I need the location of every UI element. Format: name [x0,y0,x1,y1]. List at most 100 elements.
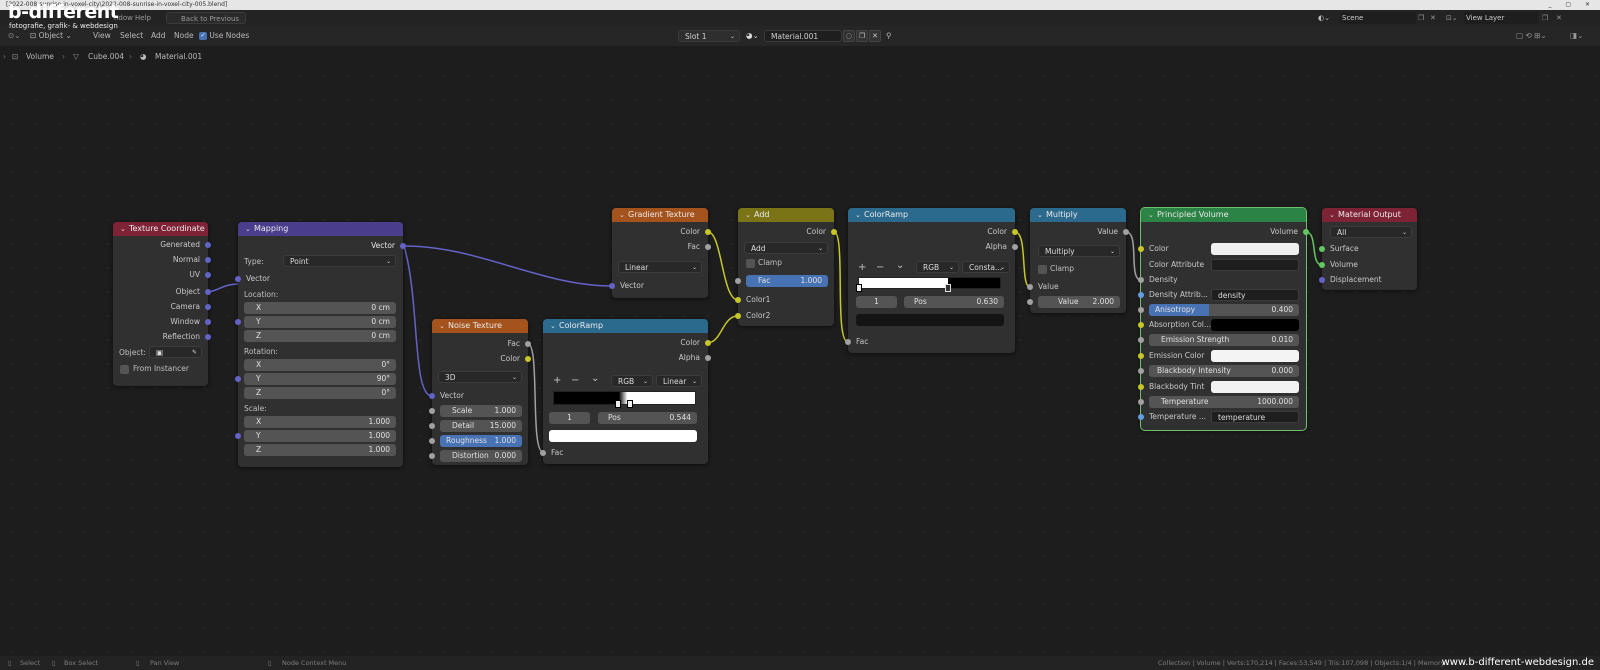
output-socket[interactable] [205,289,211,295]
output-socket[interactable] [831,229,837,235]
output-socket[interactable] [205,334,211,340]
menu-select[interactable]: Select [120,26,143,46]
pin-icon[interactable]: ⚲ [886,26,892,46]
collapse-icon[interactable]: ⌄ [1148,208,1157,222]
new-view-layer-icon[interactable]: ❐ [1542,10,1548,26]
collapse-icon[interactable]: ⌄ [619,208,628,222]
output-socket[interactable] [400,243,406,249]
node-header[interactable]: ⌄ Texture Coordinate [113,222,208,236]
node-header[interactable]: ⌄ Material Output [1322,208,1417,222]
breadcrumb-volume[interactable]: Volume [26,50,54,64]
colorramp-node-2[interactable]: ⌄ ColorRamp Color Alpha + − ⌄ RGB ⌄ Consta… [845,208,1018,353]
fake-user-icon[interactable]: ◌ [843,30,855,42]
temperature-socket[interactable] [1138,399,1144,405]
input-socket[interactable] [1319,246,1325,252]
breadcrumb-object[interactable]: Cube.004 [88,50,124,64]
view-layer-icon[interactable]: ⊡⌄ [1446,10,1458,26]
anisotropy-slider[interactable]: Anisotropy 0.400 [1149,304,1299,316]
stop-color-swatch[interactable] [856,314,1004,326]
input-socket[interactable] [1138,322,1144,328]
type-dropdown[interactable]: Point ⌄ [283,255,396,267]
input-socket[interactable] [1138,292,1144,298]
color-ramp-gradient[interactable] [553,391,696,408]
back-to-previous-button[interactable]: Back to Previous [166,12,247,24]
value-field[interactable]: Value 2.000 [1038,296,1120,308]
stop-index-field[interactable]: 1 [549,412,590,424]
collapse-icon[interactable]: ⌄ [1037,208,1046,222]
use-nodes-checkbox[interactable]: ✓ Use Nodes [199,26,249,46]
node-header[interactable]: ⌄ ColorRamp [848,208,1015,222]
gradient-type-dropdown[interactable]: Linear ⌄ [618,261,702,273]
location-y-field[interactable]: Y 0 cm [244,316,396,328]
node-header[interactable]: ⌄ Gradient Texture [612,208,708,222]
output-socket[interactable] [1303,229,1309,235]
duplicate-material-icon[interactable]: ❐ [856,30,868,42]
fac-field[interactable]: Fac 1.000 [746,275,828,287]
emission-strength-field[interactable]: Emission Strength 0.010 [1149,334,1299,346]
output-socket[interactable] [1012,244,1018,250]
distortion-socket[interactable] [429,453,435,459]
color-ramp-gradient[interactable] [856,277,1001,292]
output-socket[interactable] [705,244,711,250]
detail-field[interactable]: Detail 15.000 [440,420,522,432]
rotation-x-field[interactable]: X 0° [244,359,396,371]
input-socket[interactable] [1138,414,1144,420]
output-socket[interactable] [705,340,711,346]
collapse-icon[interactable]: ⌄ [120,222,129,236]
delete-scene-icon[interactable]: ✕ [1430,10,1436,26]
input-socket[interactable] [1319,277,1325,283]
temperature-attribute-field[interactable]: temperature [1211,411,1299,423]
input-socket[interactable] [845,339,851,345]
rotation-socket[interactable] [235,376,241,382]
overlay-icons[interactable]: ▢ ⟲ ⊞⌄ [1516,26,1547,46]
input-socket[interactable] [1319,262,1325,268]
input-socket[interactable] [1138,384,1144,390]
output-socket[interactable] [525,356,531,362]
output-socket[interactable] [205,272,211,278]
input-socket[interactable] [1138,353,1144,359]
location-z-field[interactable]: Z 0 cm [244,330,396,342]
color-stop-handle[interactable] [626,400,633,408]
unlink-material-icon[interactable]: ✕ [869,30,881,42]
window-controls[interactable]: _ ▢ ✕ [1548,0,1596,10]
emission-color-swatch[interactable] [1211,350,1299,362]
value-socket[interactable] [1027,299,1033,305]
output-socket[interactable] [205,304,211,310]
scale-z-field[interactable]: Z 1.000 [244,444,396,456]
detail-socket[interactable] [429,423,435,429]
output-socket[interactable] [525,341,531,347]
output-socket[interactable] [705,229,711,235]
remove-stop-button[interactable]: − [876,262,884,273]
scale-socket[interactable] [235,433,241,439]
stop-position-field[interactable]: Pos 0.630 [904,296,1004,308]
color-stop-handle[interactable] [614,400,621,408]
clamp-checkbox[interactable] [1038,265,1047,274]
density-attribute-field[interactable]: density [1211,289,1299,301]
material-output-node[interactable]: ⌄ Material Output All ⌄ Surface Volume Dis… [1319,208,1417,290]
node-header[interactable]: ⌄ Noise Texture [432,319,528,333]
input-socket[interactable] [1138,277,1144,283]
collapse-icon[interactable]: ⌄ [550,319,559,333]
material-name-field[interactable]: Material.001 [764,30,842,42]
color-stop-handle[interactable] [944,284,951,292]
output-socket[interactable] [705,355,711,361]
absorption-color-swatch[interactable] [1211,319,1299,331]
scale-x-field[interactable]: X 1.000 [244,416,396,428]
gradient-texture-node[interactable]: ⌄ Gradient Texture Color Fac Linear ⌄ Vect… [609,208,711,298]
rotation-z-field[interactable]: Z 0° [244,387,396,399]
blend-mode-dropdown[interactable]: Add ⌄ [744,242,828,254]
input-socket[interactable] [735,297,741,303]
roughness-socket[interactable] [429,438,435,444]
remove-stop-button[interactable]: − [571,375,579,386]
node-header[interactable]: ⌄ Multiply [1030,208,1126,222]
sidebar-toggle-icon[interactable]: ◨⌄ [1570,26,1583,46]
add-mix-node[interactable]: ⌄ Add Color Add ⌄ Clamp Fac 1.000 Color1 Co… [735,208,837,326]
blackbody-intensity-field[interactable]: Blackbody Intensity 0.000 [1149,365,1299,377]
interpolation-dropdown[interactable]: Consta... ⌄ [962,261,1010,273]
menu-node[interactable]: Node [174,26,194,46]
interpolation-dropdown[interactable]: Linear ⌄ [656,375,702,387]
from-instancer-checkbox[interactable] [120,365,129,374]
output-target-dropdown[interactable]: All ⌄ [1330,226,1412,238]
output-socket[interactable] [1012,229,1018,235]
noise-texture-node[interactable]: ⌄ Noise Texture Fac Color 3D ⌄ Vector Scal… [429,319,531,465]
